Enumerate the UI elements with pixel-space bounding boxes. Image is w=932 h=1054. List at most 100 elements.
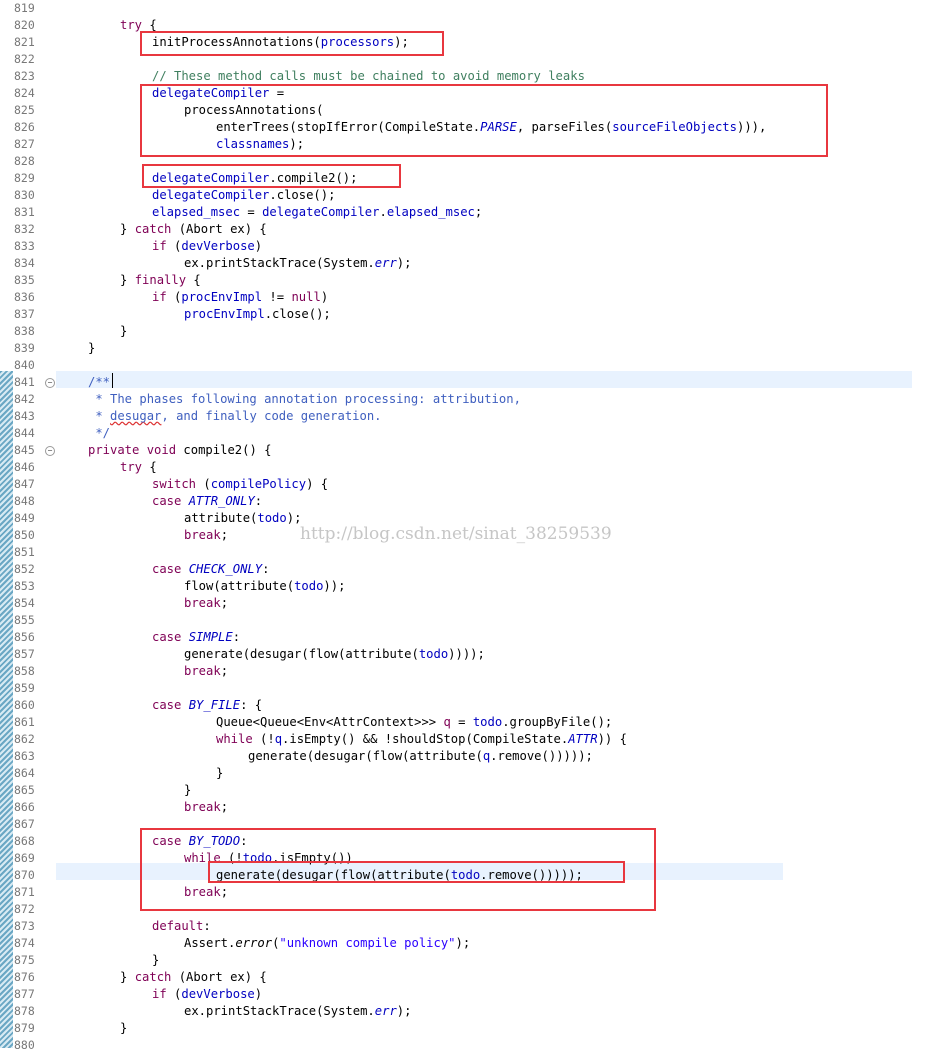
code-token: .remove())))); (490, 749, 593, 763)
code-line[interactable]: 857 generate(desugar(flow(attribute(todo)… (0, 646, 932, 663)
code-token: * The phases following annotation proces… (88, 392, 521, 406)
code-line[interactable]: 833 if (devVerbose) (0, 238, 932, 255)
fold-toggle-icon[interactable]: − (45, 378, 55, 388)
code-line[interactable]: 861 Queue<Queue<Env<AttrContext>>> q = to… (0, 714, 932, 731)
code-token: .groupByFile(); (502, 715, 613, 729)
code-line[interactable]: 821 initProcessAnnotations(processors); (0, 34, 932, 51)
line-number: 867 (14, 817, 35, 831)
code-line[interactable]: 870 generate(desugar(flow(attribute(todo.… (0, 867, 932, 884)
code-line[interactable]: 875} (0, 952, 932, 969)
code-token: case (152, 630, 182, 644)
code-line[interactable]: 852 case CHECK_ONLY: (0, 561, 932, 578)
code-line[interactable]: 859 (0, 680, 932, 697)
code-editor[interactable]: 819 820 try {821 initProcessAnnotations(pro… (0, 0, 932, 1052)
code-line[interactable]: 873 default: (0, 918, 932, 935)
line-number: 872 (14, 902, 35, 916)
code-line[interactable]: 843 * desugar, and finally code generati… (0, 408, 932, 425)
code-line[interactable]: 845− private void compile2() { (0, 442, 932, 459)
code-line[interactable]: 826 enterTrees(stopIfError(CompileState.P… (0, 119, 932, 136)
line-number: 847 (14, 477, 35, 491)
code-line[interactable]: 854 break; (0, 595, 932, 612)
code-text: case BY_FILE: { (152, 697, 262, 714)
code-line[interactable]: 832} catch (Abort ex) { (0, 221, 932, 238)
code-line[interactable]: 855 (0, 612, 932, 629)
code-line[interactable]: 860 case BY_FILE: { (0, 697, 932, 714)
code-line[interactable]: 853 flow(attribute(todo)); (0, 578, 932, 595)
code-token: todo (418, 647, 449, 661)
code-line[interactable]: 828 (0, 153, 932, 170)
code-line[interactable]: 842 * The phases following annotation pr… (0, 391, 932, 408)
code-text: generate(desugar(flow(attribute(todo))))… (184, 646, 485, 663)
code-text: generate(desugar(flow(attribute(todo.rem… (216, 867, 583, 884)
code-token: case (152, 562, 182, 576)
code-line[interactable]: 871 break; (0, 884, 932, 901)
code-line[interactable]: 822 (0, 51, 932, 68)
code-text: if (devVerbose) (152, 238, 262, 255)
code-line[interactable]: 830 delegateCompiler.close(); (0, 187, 932, 204)
code-line[interactable]: 838} (0, 323, 932, 340)
code-line[interactable]: 820 try { (0, 17, 932, 34)
code-token: compile2() { (176, 443, 272, 457)
fold-toggle-icon[interactable]: − (45, 446, 55, 456)
code-line[interactable]: 825 processAnnotations( (0, 102, 932, 119)
code-line[interactable]: 867 (0, 816, 932, 833)
code-line[interactable]: 848 case ATTR_ONLY: (0, 493, 932, 510)
code-line[interactable]: 864} (0, 765, 932, 782)
code-line[interactable]: 862 while (!q.isEmpty() && !shouldStop(Co… (0, 731, 932, 748)
code-token: , parseFiles( (516, 120, 613, 134)
line-number: 880 (14, 1038, 35, 1052)
code-line[interactable]: 868 case BY_TODO: (0, 833, 932, 850)
code-text: } (184, 782, 191, 799)
code-line[interactable]: 834 ex.printStackTrace(System.err); (0, 255, 932, 272)
code-token: break (184, 885, 221, 899)
code-line[interactable]: 836 if (procEnvImpl != null) (0, 289, 932, 306)
code-line[interactable]: 872 (0, 901, 932, 918)
code-token: flow(attribute( (184, 579, 295, 593)
code-text: flow(attribute(todo)); (184, 578, 345, 595)
code-token: ( (196, 477, 211, 491)
code-line[interactable]: 827 classnames); (0, 136, 932, 153)
code-line[interactable]: 866 break; (0, 799, 932, 816)
code-line[interactable]: 877 if (devVerbose) (0, 986, 932, 1003)
code-line[interactable]: 831 elapsed_msec = delegateCompiler.elaps… (0, 204, 932, 221)
code-line[interactable]: 823 // These method calls must be chained… (0, 68, 932, 85)
code-line[interactable]: 878 ex.printStackTrace(System.err); (0, 1003, 932, 1020)
code-line[interactable]: 876} catch (Abort ex) { (0, 969, 932, 986)
line-number: 823 (14, 69, 35, 83)
code-token: .isEmpty()) (272, 851, 353, 865)
code-line[interactable]: 863 generate(desugar(flow(attribute(q.rem… (0, 748, 932, 765)
code-line[interactable]: 835} finally { (0, 272, 932, 289)
code-line[interactable]: 879} (0, 1020, 932, 1037)
code-line[interactable]: 880 (0, 1037, 932, 1054)
code-line[interactable]: 847 switch (compilePolicy) { (0, 476, 932, 493)
code-text: } finally { (120, 272, 201, 289)
code-line[interactable]: 841− /** (0, 374, 932, 391)
code-token: todo (472, 715, 503, 729)
code-line[interactable]: 819 (0, 0, 932, 17)
code-line[interactable]: 865} (0, 782, 932, 799)
code-line[interactable]: 837 procEnvImpl.close(); (0, 306, 932, 323)
code-text: break; (184, 663, 228, 680)
code-line[interactable]: 840 (0, 357, 932, 374)
code-line[interactable]: 844 */ (0, 425, 932, 442)
line-number: 840 (14, 358, 35, 372)
code-token: } (120, 970, 135, 984)
code-token: .close(); (264, 307, 331, 321)
code-line[interactable]: 858 break; (0, 663, 932, 680)
code-line[interactable]: 846 try { (0, 459, 932, 476)
code-text: if (devVerbose) (152, 986, 262, 1003)
code-token: )))); (448, 647, 485, 661)
code-token: err (374, 1004, 397, 1018)
line-number: 862 (14, 732, 35, 746)
code-line[interactable]: 839} (0, 340, 932, 357)
code-line[interactable]: 856 case SIMPLE: (0, 629, 932, 646)
code-line[interactable]: 851 (0, 544, 932, 561)
code-token: )); (323, 579, 346, 593)
code-token: ); (394, 35, 409, 49)
code-text: } catch (Abort ex) { (120, 969, 267, 986)
code-token: try (120, 460, 143, 474)
code-line[interactable]: 874 Assert.error("unknown compile policy"… (0, 935, 932, 952)
code-line[interactable]: 869 while (!todo.isEmpty()) (0, 850, 932, 867)
code-line[interactable]: 824 delegateCompiler = (0, 85, 932, 102)
code-line[interactable]: 829 delegateCompiler.compile2(); (0, 170, 932, 187)
